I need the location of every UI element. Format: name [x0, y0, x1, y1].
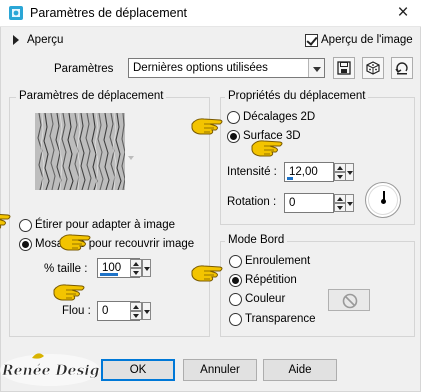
tile-radio[interactable]	[19, 238, 32, 251]
save-preset-button[interactable]	[333, 57, 355, 79]
color-label[interactable]: Couleur	[245, 293, 285, 305]
rotation-dial[interactable]	[365, 182, 401, 218]
stretch-label[interactable]: Étirer pour adapter à image	[35, 219, 175, 231]
preview-dropdown-icon[interactable]	[128, 156, 134, 160]
app-icon	[9, 6, 23, 20]
color-radio[interactable]	[229, 293, 242, 306]
surface-3d-radio[interactable]	[227, 130, 240, 143]
presets-select[interactable]: Dernières options utilisées	[128, 58, 325, 78]
repeat-radio[interactable]	[229, 274, 242, 287]
size-dropdown-icon[interactable]	[142, 259, 151, 277]
renee-design-watermark: Renée Design	[0, 353, 100, 386]
window-title: Paramètres de déplacement	[30, 6, 188, 20]
close-icon[interactable]: ×	[393, 2, 413, 24]
blur-increment-icon[interactable]	[130, 302, 142, 311]
edge-mode-legend: Mode Bord	[225, 234, 288, 246]
blur-label: Flou :	[62, 305, 91, 317]
pointer-hand-icon	[191, 118, 223, 135]
no-color-icon	[342, 293, 358, 309]
rotation-label: Rotation :	[227, 196, 277, 208]
presets-label: Paramètres	[54, 63, 114, 75]
title-bar: Paramètres de déplacement ×	[0, 0, 421, 27]
cancel-button[interactable]: Annuler	[183, 359, 257, 381]
intensity-dropdown-icon[interactable]	[345, 163, 354, 181]
presets-value: Dernières options utilisées	[133, 62, 268, 74]
offset-2d-radio[interactable]	[227, 111, 240, 124]
rotation-dropdown-icon[interactable]	[345, 194, 354, 212]
displacement-map-preview[interactable]	[35, 113, 125, 190]
pointer-hand-icon	[0, 213, 11, 229]
pointer-hand-icon	[59, 234, 91, 251]
rotation-input[interactable]: 0	[284, 193, 334, 213]
blur-stepper[interactable]	[130, 302, 142, 320]
pointer-hand-icon	[251, 140, 283, 157]
size-label: % taille :	[44, 263, 88, 275]
displacement-settings-legend: Paramètres de déplacement	[16, 90, 167, 102]
expand-preview-icon[interactable]	[13, 35, 19, 45]
reset-icon	[395, 62, 408, 75]
preview-toggle-label[interactable]: Aperçu	[27, 34, 63, 46]
pointer-hand-icon	[191, 265, 223, 282]
edge-color-swatch[interactable]	[328, 289, 370, 311]
ok-button[interactable]: OK	[101, 359, 175, 381]
reset-button[interactable]	[391, 57, 413, 79]
size-decrement-icon[interactable]	[130, 268, 142, 277]
help-button[interactable]: Aide	[263, 359, 337, 381]
intensity-slider-track	[287, 177, 293, 180]
transparency-label[interactable]: Transparence	[245, 313, 316, 325]
intensity-value: 12,00	[289, 166, 318, 178]
preview-image-checkbox[interactable]	[305, 34, 318, 47]
blur-dropdown-icon[interactable]	[142, 302, 151, 320]
blur-value: 0	[102, 305, 109, 317]
transparency-radio[interactable]	[229, 313, 242, 326]
intensity-input[interactable]: 12,00	[284, 162, 334, 182]
stretch-radio[interactable]	[19, 219, 32, 232]
wrap-radio[interactable]	[229, 255, 242, 268]
rotation-center	[381, 199, 386, 204]
rotation-value: 0	[289, 197, 296, 209]
texture-image	[35, 113, 125, 190]
preview-image-label[interactable]: Aperçu de l'image	[321, 34, 413, 46]
save-icon	[337, 61, 351, 75]
size-slider-track	[100, 273, 118, 276]
watermark-text: Renée Design	[1, 363, 100, 379]
offset-2d-label[interactable]: Décalages 2D	[243, 111, 315, 123]
repeat-label[interactable]: Répétition	[245, 274, 297, 286]
pointer-hand-icon	[53, 284, 85, 301]
intensity-label: Intensité :	[227, 166, 277, 178]
displacement-props-legend: Propriétés du déplacement	[225, 90, 369, 102]
blur-decrement-icon[interactable]	[130, 311, 142, 320]
wrap-label[interactable]: Enroulement	[245, 255, 310, 267]
size-stepper[interactable]	[130, 259, 142, 277]
dice-icon	[366, 61, 380, 75]
size-increment-icon[interactable]	[130, 259, 142, 268]
chevron-down-icon[interactable]	[308, 59, 324, 77]
randomize-button[interactable]	[362, 57, 384, 79]
